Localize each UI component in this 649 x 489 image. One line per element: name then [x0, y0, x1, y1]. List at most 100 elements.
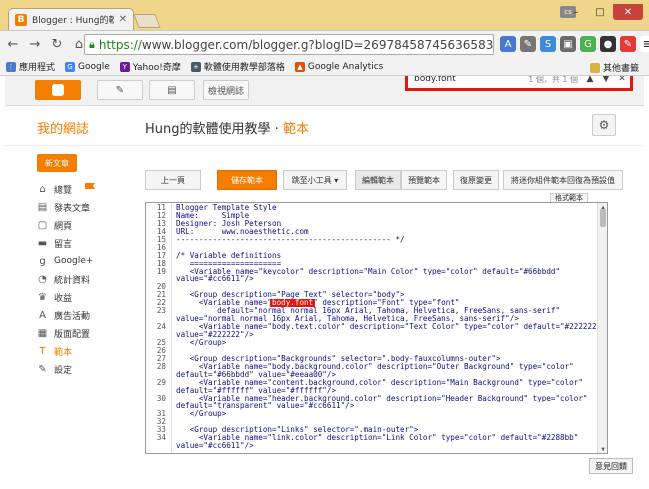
code-area[interactable]: 11 Blogger Template Style 12 Name: Simple 13…	[146, 204, 598, 450]
find-previous-icon[interactable]: ▲	[582, 76, 598, 87]
sidebar-item-comments[interactable]: ▬ 留言	[37, 234, 93, 252]
code-line[interactable]: 20	[146, 283, 598, 291]
new-tab-button[interactable]	[133, 14, 161, 28]
code-line[interactable]: 12 Name: Simple	[146, 211, 598, 220]
code-line[interactable]: value="#cc6611"/>	[146, 442, 598, 450]
dropbox-icon[interactable]: ▣	[560, 36, 576, 52]
code-line[interactable]: value="normal normal 16px Arial, Tahoma,…	[146, 315, 598, 323]
code-line[interactable]: 32	[146, 418, 598, 426]
find-match-count: 1 個，共 1 個	[528, 76, 578, 84]
sidebar-item-earnings[interactable]: ♛ 收益	[37, 288, 93, 306]
code-line[interactable]: default="#ffffff" value="#ffffff"/>	[146, 387, 598, 395]
find-next-icon[interactable]: ▼	[598, 76, 614, 87]
gear-icon[interactable]: ⚙	[592, 114, 616, 136]
reset-widgets-button[interactable]: 將迷你組件範本回復為預設值	[503, 170, 623, 190]
code-text: <Group description="Links" selector=".ma…	[176, 426, 419, 435]
line-number: 28	[156, 361, 166, 371]
code-line[interactable]: default="#66bbdd" value="#eeaa00"/>	[146, 371, 598, 379]
red-extension-icon[interactable]: ✎	[620, 36, 636, 52]
back-arrow-icon[interactable]: ←	[4, 35, 22, 55]
jump-to-widget-dropdown[interactable]: 跳至小工具 ▾	[283, 170, 347, 190]
code-line[interactable]: 23 default="normal normal 16px Arial, Ta…	[146, 307, 598, 315]
translate-icon[interactable]: A	[500, 36, 516, 52]
sidebar-item-pages[interactable]: ▢ 網頁	[37, 216, 93, 234]
minimize-button[interactable]: –	[565, 4, 587, 20]
code-line[interactable]: 30 <Variable name="header.background.col…	[146, 393, 598, 403]
back-button[interactable]: 上一頁	[145, 170, 201, 190]
save-template-button[interactable]: 儲存範本	[217, 170, 277, 190]
scroll-down-icon[interactable]: ▼	[599, 445, 607, 453]
sidebar-item-settings[interactable]: ✎ 設定	[37, 360, 93, 378]
url-text: www.blogger.com/blogger.g?blogID=2697845…	[141, 37, 493, 52]
wrench-icon[interactable]: ✎	[520, 36, 536, 52]
code-line[interactable]: 33 <Group description="Links" selector="…	[146, 426, 598, 434]
address-bar[interactable]: 🔒︎ https://www.blogger.com/blogger.g?blo…	[84, 34, 494, 55]
sidebar-item-label: 總覽	[54, 185, 73, 196]
code-line[interactable]: value="#cc6611"/>	[146, 275, 598, 283]
code-line[interactable]: 18 ====================	[146, 259, 598, 268]
bookmark-item[interactable]: ▲ Google Analytics	[294, 61, 383, 72]
sidebar-item-stats[interactable]: ◔ 統計資料	[37, 270, 93, 288]
other-bookmarks[interactable]: 其他書籤	[589, 61, 639, 74]
scroll-thumb[interactable]	[600, 209, 606, 227]
menu-icon[interactable]: ≡	[640, 36, 649, 52]
code-line[interactable]: 26	[146, 346, 598, 355]
reload-icon[interactable]: ↻	[48, 35, 66, 55]
code-line[interactable]: 21 <Group description="Page Text" select…	[146, 291, 598, 299]
line-number: 23	[156, 306, 166, 316]
bookmark-item[interactable]: ⋮ 應用程式	[6, 60, 55, 73]
tab-close-icon[interactable]: ✕	[119, 14, 127, 25]
sidebar-item-google-plus[interactable]: g Google+	[37, 252, 93, 270]
new-post-pencil-button[interactable]: ✎	[97, 80, 143, 100]
record-icon[interactable]: ●	[600, 36, 616, 52]
sync-icon[interactable]: S	[540, 36, 556, 52]
revert-changes-button[interactable]: 復原變更	[453, 170, 499, 190]
code-line[interactable]: value="#222222"/>	[146, 331, 598, 339]
code-line[interactable]: 25 </Group>	[146, 338, 598, 347]
code-text: <Group description="Backgrounds" selecto…	[176, 354, 501, 363]
find-input[interactable]: body.font	[414, 76, 528, 84]
blog-name[interactable]: Hung的軟體使用教學	[145, 122, 271, 137]
view-blog-button[interactable]: 檢視網誌	[203, 80, 249, 100]
code-line[interactable]: 28 <Variable name="body.background.color…	[146, 361, 598, 371]
browser-tab[interactable]: B Blogger : Hung的軟體使 ✕	[8, 8, 134, 30]
code-line[interactable]: 22 <Variable name="body.font" descriptio…	[146, 299, 598, 308]
window-controls: – □ ✕	[565, 4, 643, 20]
code-line[interactable]: 27 <Group description="Backgrounds" sele…	[146, 354, 598, 363]
blogger-logo-icon[interactable]	[35, 80, 81, 100]
code-line[interactable]: 16	[146, 243, 598, 252]
edit-template-tab[interactable]: 編輯範本	[355, 170, 401, 190]
code-line[interactable]: 14 URL: www.noaesthetic.com	[146, 227, 598, 236]
template-code-editor[interactable]: 11 Blogger Template Style 12 Name: Simple 13…	[145, 202, 608, 454]
sidebar-item-campaigns[interactable]: A 廣告活動	[37, 306, 93, 324]
forward-arrow-icon[interactable]: →	[26, 35, 44, 55]
close-window-button[interactable]: ✕	[613, 4, 643, 20]
code-line[interactable]: 19 <Variable name="keycolor" description…	[146, 267, 598, 276]
sidebar-item-posts[interactable]: ▤ 發表文章	[37, 198, 93, 216]
bookmark-item[interactable]: Y Yahoo!奇摩	[119, 60, 181, 73]
editor-scrollbar[interactable]: ▲ ▼	[597, 203, 607, 453]
pages-button[interactable]: ▤	[149, 80, 195, 100]
code-line[interactable]: 13 Designer: Josh Peterson	[146, 219, 598, 228]
maximize-button[interactable]: □	[589, 4, 611, 20]
line-number: 30	[156, 393, 166, 403]
find-close-icon[interactable]: ✕	[614, 76, 630, 87]
bookmark-item[interactable]: G Google	[65, 61, 110, 72]
code-line[interactable]: 17/* Variable definitions	[146, 251, 598, 260]
my-blogs-link[interactable]: 我的網誌	[37, 118, 89, 137]
code-line[interactable]: default="transparent" value="#cc6611"/>	[146, 402, 598, 410]
code-line[interactable]: 15 --------------------------------------…	[146, 235, 598, 244]
bookmark-item[interactable]: + 軟體使用教學部落格	[190, 60, 285, 73]
new-post-button[interactable]: 新文章	[37, 154, 77, 172]
code-line[interactable]: 11 Blogger Template Style	[146, 204, 598, 212]
code-line[interactable]: 31 </Group>	[146, 410, 598, 418]
g-extension-icon[interactable]: G	[580, 36, 596, 52]
sidebar-item-overview[interactable]: ⌂ 總覽	[37, 180, 95, 198]
feedback-button[interactable]: 意見回饋	[589, 458, 633, 474]
sidebar-item-template[interactable]: T 範本	[37, 342, 93, 360]
code-line[interactable]: 34 <Variable name="link.color" descripti…	[146, 434, 598, 442]
code-line[interactable]: 29 <Variable name="content.background.co…	[146, 378, 598, 387]
preview-template-button[interactable]: 預覽範本	[401, 170, 447, 190]
code-line[interactable]: 24 <Variable name="body.text.color" desc…	[146, 323, 598, 331]
sidebar-item-layout[interactable]: ▦ 版面配置	[37, 324, 93, 342]
